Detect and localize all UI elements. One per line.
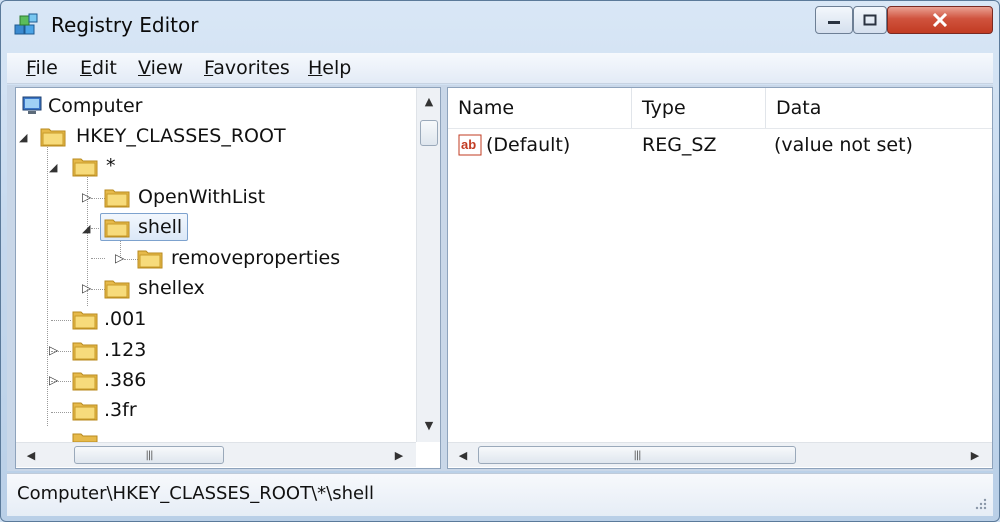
scroll-left-icon[interactable]: ◀ bbox=[20, 444, 42, 466]
tree-label: .386 bbox=[104, 369, 147, 391]
registry-editor-window: Registry Editor File Edit View Favorites… bbox=[0, 0, 1000, 522]
tree-node-386[interactable]: ▷ .386 bbox=[16, 366, 406, 394]
folder-icon bbox=[72, 342, 98, 361]
tree-label: .3fr bbox=[104, 399, 137, 421]
expand-icon[interactable]: ▷ bbox=[82, 282, 91, 294]
folder-icon bbox=[72, 433, 98, 442]
content-area: Computer ◢ HKEY_CLASSES_ROOT ◢ * ▷ OpenW… bbox=[7, 85, 993, 471]
value-type: REG_SZ bbox=[642, 134, 717, 156]
folder-open-icon bbox=[104, 219, 130, 238]
folder-icon bbox=[104, 189, 130, 208]
status-path: Computer\HKEY_CLASSES_ROOT\*\shell bbox=[17, 483, 375, 504]
menu-favorites[interactable]: Favorites bbox=[204, 57, 290, 79]
computer-icon bbox=[22, 96, 42, 114]
menu-file[interactable]: File bbox=[26, 57, 58, 79]
tree-node-hkey-classes-root[interactable]: ◢ HKEY_CLASSES_ROOT bbox=[16, 122, 406, 150]
registry-editor-icon bbox=[14, 13, 38, 35]
tree-label: HKEY_CLASSES_ROOT bbox=[76, 125, 286, 147]
menu-help[interactable]: Help bbox=[308, 57, 351, 79]
scroll-thumb[interactable]: ||| bbox=[74, 446, 224, 464]
collapse-icon[interactable]: ◢ bbox=[19, 132, 27, 143]
folder-open-icon bbox=[72, 158, 98, 177]
tree-node-openwithlist[interactable]: ▷ OpenWithList bbox=[16, 183, 406, 211]
scroll-thumb[interactable]: ||| bbox=[478, 446, 796, 464]
tree-vertical-scrollbar[interactable]: ▲ ▼ bbox=[416, 88, 440, 442]
string-value-icon: ab bbox=[458, 134, 482, 156]
tree-label: Computer bbox=[48, 95, 143, 117]
scroll-right-icon[interactable]: ▶ bbox=[964, 444, 986, 466]
folder-icon bbox=[104, 280, 130, 299]
value-data: (value not set) bbox=[774, 134, 913, 156]
scroll-thumb[interactable] bbox=[420, 120, 438, 146]
tree-node-shell[interactable]: ◢ shell bbox=[16, 213, 406, 241]
tree-node-001[interactable]: .001 bbox=[16, 305, 406, 333]
scroll-up-icon[interactable]: ▲ bbox=[418, 90, 440, 112]
tree-label: OpenWithList bbox=[138, 186, 266, 208]
minimize-button[interactable] bbox=[815, 6, 853, 34]
expand-icon[interactable]: ▷ bbox=[49, 374, 58, 386]
tree-node-shellex[interactable]: ▷ shellex bbox=[16, 274, 406, 302]
folder-icon bbox=[72, 372, 98, 391]
list-item[interactable]: ab (Default) REG_SZ (value not set) bbox=[448, 88, 988, 162]
tree-node-3fr[interactable]: .3fr bbox=[16, 396, 406, 424]
window-title: Registry Editor bbox=[51, 13, 199, 37]
tree-label: removeproperties bbox=[171, 247, 341, 269]
close-button[interactable] bbox=[887, 6, 993, 34]
tree-node-removeproperties[interactable]: ▷ removeproperties bbox=[16, 244, 406, 272]
tree-horizontal-scrollbar[interactable]: ◀ ||| ▶ bbox=[16, 442, 416, 467]
scroll-left-icon[interactable]: ◀ bbox=[452, 444, 474, 466]
tree-node-123[interactable]: ▷ .123 bbox=[16, 336, 406, 364]
list-horizontal-scrollbar[interactable]: ◀ ||| ▶ bbox=[448, 442, 992, 467]
folder-open-icon bbox=[40, 128, 66, 147]
collapse-icon[interactable]: ◢ bbox=[82, 223, 90, 234]
folder-icon bbox=[137, 250, 163, 269]
status-bar: Computer\HKEY_CLASSES_ROOT\*\shell bbox=[7, 473, 993, 516]
title-bar[interactable]: Registry Editor bbox=[1, 1, 999, 51]
expand-icon[interactable]: ▷ bbox=[49, 344, 58, 356]
scroll-right-icon[interactable]: ▶ bbox=[388, 444, 410, 466]
expand-icon[interactable]: ▷ bbox=[115, 252, 124, 264]
menu-edit[interactable]: Edit bbox=[80, 57, 117, 79]
tree-label: .001 bbox=[104, 308, 147, 330]
values-list-pane[interactable]: Name Type Data ab (Default) REG_SZ (valu… bbox=[447, 87, 993, 469]
tree-node-computer[interactable]: Computer bbox=[16, 92, 406, 120]
menu-view[interactable]: View bbox=[138, 57, 183, 79]
menu-bar: File Edit View Favorites Help bbox=[7, 53, 993, 84]
tree-label: * bbox=[106, 155, 116, 177]
value-name: (Default) bbox=[486, 134, 571, 156]
resize-grip-icon[interactable] bbox=[973, 496, 987, 510]
tree-label: shell bbox=[138, 216, 183, 238]
close-icon bbox=[932, 13, 948, 27]
maximize-icon bbox=[863, 14, 877, 26]
folder-icon bbox=[72, 311, 98, 330]
scroll-down-icon[interactable]: ▼ bbox=[418, 414, 440, 436]
svg-text:ab: ab bbox=[461, 137, 476, 152]
key-tree-pane[interactable]: Computer ◢ HKEY_CLASSES_ROOT ◢ * ▷ OpenW… bbox=[15, 87, 441, 469]
tree-label: shellex bbox=[138, 277, 205, 299]
tree-node-star[interactable]: ◢ * bbox=[16, 152, 406, 180]
folder-icon bbox=[72, 402, 98, 421]
tree-label: .123 bbox=[104, 339, 147, 361]
minimize-icon bbox=[828, 21, 840, 24]
collapse-icon[interactable]: ◢ bbox=[49, 162, 57, 173]
expand-icon[interactable]: ▷ bbox=[82, 191, 91, 203]
maximize-button[interactable] bbox=[853, 6, 887, 34]
